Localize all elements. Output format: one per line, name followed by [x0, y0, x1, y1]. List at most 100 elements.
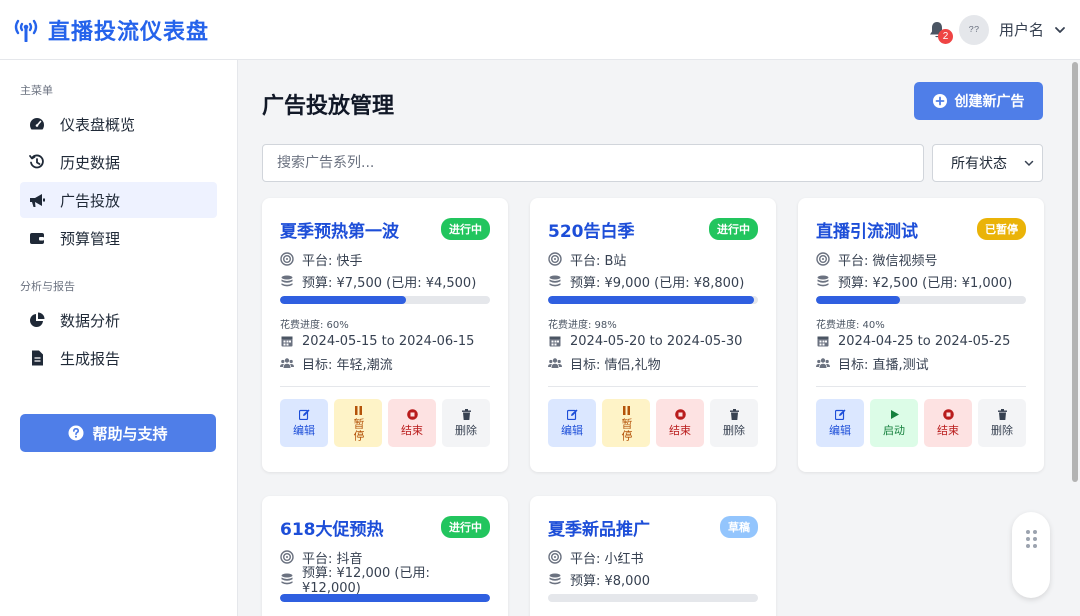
create-ad-button[interactable]: 创建新广告	[914, 82, 1043, 120]
pie-chart-icon	[30, 312, 45, 327]
brand[interactable]: 直播投流仪表盘	[12, 14, 209, 46]
status-badge: 草稿	[720, 516, 758, 538]
edit-button[interactable]: 编辑	[816, 399, 864, 447]
chevron-down-icon	[1024, 160, 1034, 167]
platform-text: 平台: B站	[570, 253, 627, 269]
sidebar-item-label: 生成报告	[60, 349, 121, 368]
bullseye-icon	[280, 550, 294, 564]
coins-icon	[281, 573, 293, 585]
sidebar-item-history[interactable]: 历史数据	[20, 144, 217, 180]
help-support-label: 帮助与支持	[92, 424, 168, 443]
edit-label: 编辑	[561, 423, 583, 437]
delete-label: 删除	[991, 423, 1013, 437]
avatar[interactable]: ??	[958, 14, 989, 45]
card-actions: 编辑 启动 结束 删除	[816, 399, 1026, 447]
create-ad-label: 创建新广告	[954, 94, 1025, 110]
floating-drag-handle[interactable]	[1012, 512, 1050, 598]
platform-text: 平台: 快手	[302, 253, 363, 269]
users-icon	[548, 358, 562, 368]
calendar-icon	[549, 336, 561, 347]
date-row: 2024-05-15 to 2024-06-15	[280, 330, 490, 352]
coins-icon	[817, 275, 829, 287]
budget-row: 预算: ¥2,500 (已用: ¥1,000)	[816, 270, 1026, 292]
play-icon	[890, 409, 899, 419]
campaign-card: 夏季预热第一波 进行中 平台: 快手 预算: ¥7,500 (已用: ¥4,50…	[262, 198, 508, 472]
edit-label: 编辑	[293, 423, 315, 437]
megaphone-icon	[30, 194, 45, 207]
pause-button[interactable]: 暂停	[602, 399, 650, 447]
budget-text: 预算: ¥12,000 (已用: ¥12,000)	[302, 566, 430, 596]
budget-text: 预算: ¥2,500 (已用: ¥1,000)	[838, 275, 1013, 291]
stop-circle-icon	[942, 408, 954, 420]
file-icon	[32, 350, 43, 366]
campaign-card: 直播引流测试 已暂停 平台: 微信视频号 预算: ¥2,500 (已用: ¥1,…	[798, 198, 1044, 472]
sidebar-item-analytics[interactable]: 数据分析	[20, 302, 217, 338]
help-support-button[interactable]: 帮助与支持	[20, 414, 216, 452]
pause-icon	[354, 405, 362, 415]
pause-icon	[622, 405, 630, 415]
budget-text: 预算: ¥7,500 (已用: ¥4,500)	[302, 275, 477, 291]
sidebar-item-ads[interactable]: 广告投放	[20, 182, 217, 218]
stop-button[interactable]: 结束	[388, 399, 436, 447]
pause-label: 暂停	[352, 417, 365, 442]
spend-progress-bar	[816, 296, 1026, 304]
target-row: 目标: 年轻,潮流	[280, 352, 490, 374]
coins-icon	[549, 275, 561, 287]
bullseye-icon	[548, 252, 562, 266]
page-title: 广告投放管理	[262, 94, 395, 119]
edit-icon	[566, 409, 577, 420]
pause-button[interactable]: 暂停	[334, 399, 382, 447]
sidebar: 主菜单 仪表盘概览 历史数据 广告投放 预算管理 分析与报告 数据分析 生成报告…	[0, 60, 238, 616]
platform-row: 平台: B站	[548, 248, 758, 270]
history-icon	[29, 154, 44, 169]
campaign-title[interactable]: 直播引流测试	[816, 217, 918, 242]
sidebar-item-label: 预算管理	[60, 229, 121, 248]
budget-row: 预算: ¥12,000 (已用: ¥12,000)	[280, 566, 490, 596]
budget-text: 预算: ¥8,000	[570, 573, 650, 589]
campaign-title[interactable]: 夏季新品推广	[548, 515, 650, 540]
sidebar-item-budget[interactable]: 预算管理	[20, 220, 217, 256]
campaign-title[interactable]: 夏季预热第一波	[280, 217, 399, 242]
sidebar-group-main: 主菜单	[20, 84, 53, 97]
stop-button[interactable]: 结束	[924, 399, 972, 447]
scrollbar-thumb[interactable]	[1072, 62, 1078, 482]
bullseye-icon	[280, 252, 294, 266]
target-text: 目标: 年轻,潮流	[302, 357, 393, 373]
budget-row: 预算: ¥7,500 (已用: ¥4,500)	[280, 270, 490, 292]
card-divider	[816, 386, 1026, 387]
spend-progress-fill	[280, 296, 406, 304]
platform-row: 平台: 快手	[280, 248, 490, 270]
wallet-icon	[30, 233, 44, 244]
platform-text: 平台: 小红书	[570, 551, 644, 567]
start-button[interactable]: 启动	[870, 399, 918, 447]
status-badge: 进行中	[709, 218, 758, 240]
bullseye-icon	[816, 252, 830, 266]
delete-button[interactable]: 删除	[442, 399, 490, 447]
campaign-title[interactable]: 618大促预热	[280, 515, 384, 540]
sidebar-item-label: 广告投放	[60, 191, 121, 210]
notification-bell-icon[interactable]: 2	[925, 18, 953, 44]
stop-circle-icon	[406, 408, 418, 420]
sidebar-item-reports[interactable]: 生成报告	[20, 340, 217, 376]
delete-button[interactable]: 删除	[978, 399, 1026, 447]
coins-icon	[549, 573, 561, 585]
edit-label: 编辑	[829, 423, 851, 437]
delete-button[interactable]: 删除	[710, 399, 758, 447]
platform-row: 平台: 小红书	[548, 546, 758, 568]
search-input[interactable]	[262, 144, 924, 182]
stop-button[interactable]: 结束	[656, 399, 704, 447]
sidebar-group-analysis: 分析与报告	[20, 280, 75, 293]
campaign-title[interactable]: 520告白季	[548, 217, 635, 242]
gauge-icon	[29, 118, 45, 130]
chevron-down-icon[interactable]	[1054, 24, 1066, 36]
status-filter-value: 所有状态	[951, 156, 1007, 172]
sidebar-item-dashboard[interactable]: 仪表盘概览	[20, 106, 217, 142]
edit-button[interactable]: 编辑	[548, 399, 596, 447]
delete-label: 删除	[723, 423, 745, 437]
sidebar-item-label: 历史数据	[60, 153, 121, 172]
status-filter-select[interactable]: 所有状态	[932, 144, 1043, 182]
username[interactable]: 用户名	[999, 19, 1044, 40]
edit-button[interactable]: 编辑	[280, 399, 328, 447]
start-label: 启动	[883, 423, 905, 437]
campaign-card: 520告白季 进行中 平台: B站 预算: ¥9,000 (已用: ¥8,800…	[530, 198, 776, 472]
